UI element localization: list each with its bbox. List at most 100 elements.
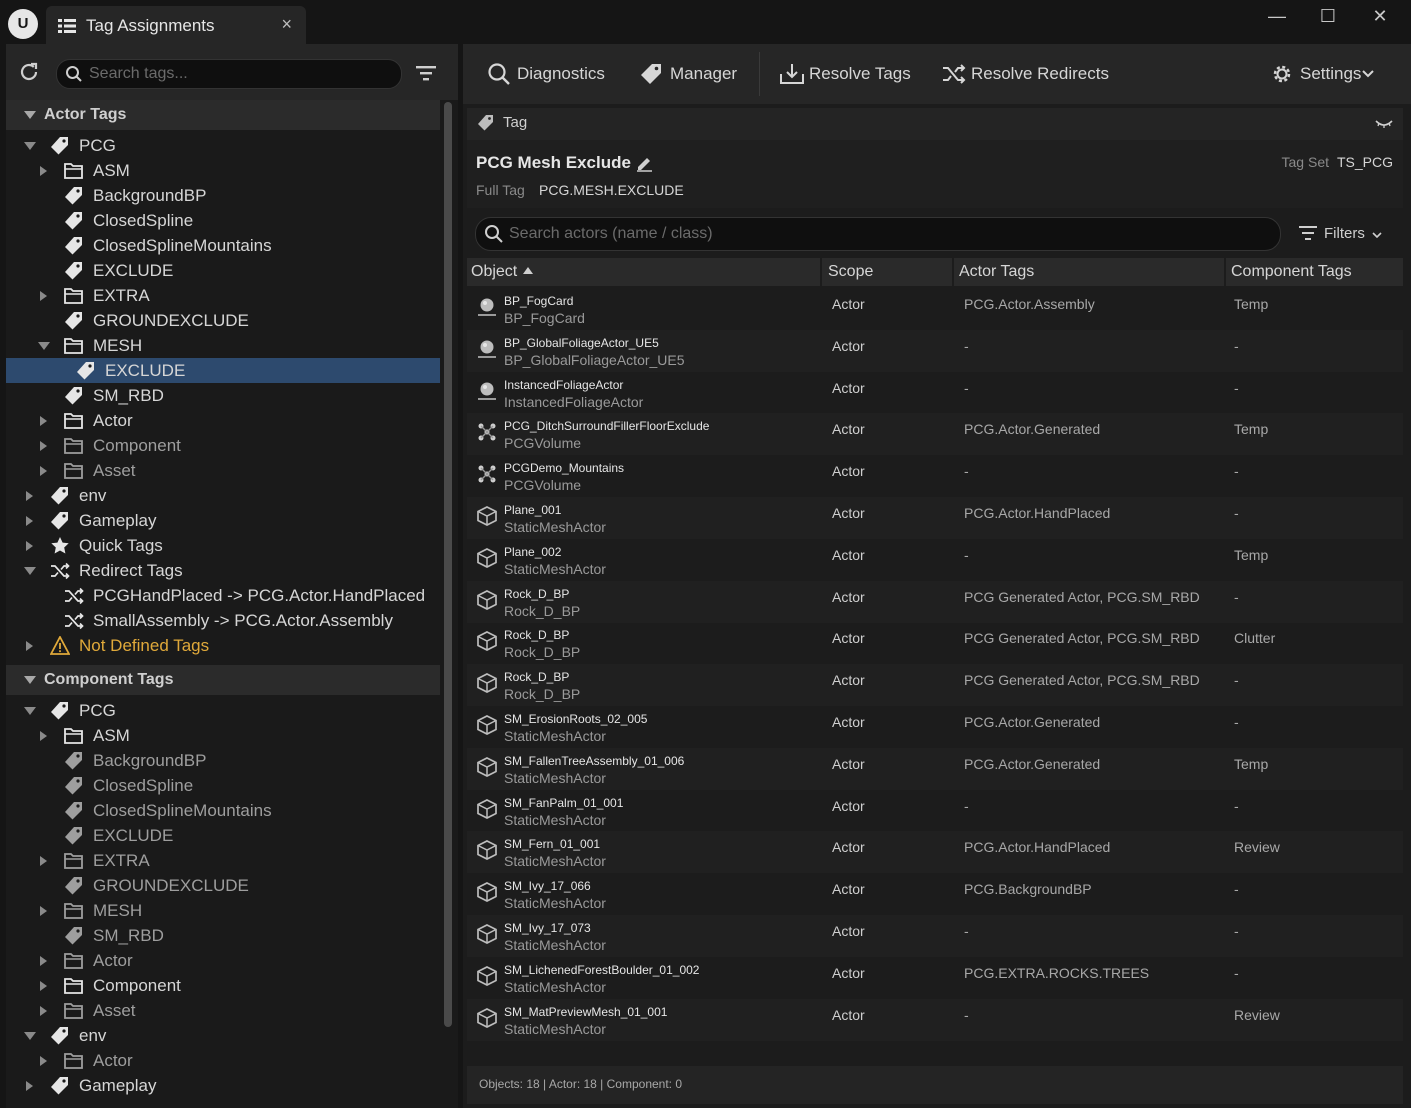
filter-icon[interactable] xyxy=(416,64,436,82)
actor-tree-item-smallassembly-pcg-actor-assembly[interactable]: SmallAssembly -> PCG.Actor.Assembly xyxy=(6,608,440,633)
table-row[interactable]: Rock_D_BP Rock_D_BP Actor PCG Generated Act… xyxy=(467,622,1403,664)
table-row[interactable]: PCGDemo_Mountains PCGVolume Actor - - xyxy=(467,455,1403,497)
tab-tag-assignments[interactable]: Tag Assignments × xyxy=(46,6,306,44)
component-tags-section[interactable]: Component Tags xyxy=(6,665,440,695)
chevron-right-icon[interactable] xyxy=(40,856,47,866)
chevron-right-icon[interactable] xyxy=(40,1006,47,1016)
tree-scrollbar[interactable] xyxy=(442,100,454,1100)
table-row[interactable]: SM_Ivy_17_066 StaticMeshActor Actor PCG.Bac… xyxy=(467,873,1403,915)
chevron-right-icon[interactable] xyxy=(40,416,47,426)
tag-search-input[interactable]: Search tags... xyxy=(56,59,402,89)
actor-tree-item-redirect-tags[interactable]: Redirect Tags xyxy=(6,558,440,583)
chevron-down-icon[interactable] xyxy=(24,567,36,575)
tag-section-header[interactable]: Tag xyxy=(467,108,1403,140)
chevron-down-icon[interactable] xyxy=(24,707,36,715)
chevron-down-icon[interactable] xyxy=(38,342,50,350)
actor-tree-item-quick-tags[interactable]: Quick Tags xyxy=(6,533,440,558)
table-row[interactable]: BP_FogCard BP_FogCard Actor PCG.Actor.Assem… xyxy=(467,288,1403,330)
actor-tree-item-pcghandplaced-pcg-actor-handplaced[interactable]: PCGHandPlaced -> PCG.Actor.HandPlaced xyxy=(6,583,440,608)
chevron-right-icon[interactable] xyxy=(40,1056,47,1066)
minimize-button[interactable]: — xyxy=(1262,6,1292,27)
chevron-right-icon[interactable] xyxy=(40,466,47,476)
table-row[interactable]: SM_MatPreviewMesh_01_001 StaticMeshActor A… xyxy=(467,998,1403,1041)
component-tree-item-mesh[interactable]: MESH xyxy=(6,898,440,923)
actor-tree-item-asm[interactable]: ASM xyxy=(6,158,440,183)
component-tree-item-backgroundbp[interactable]: BackgroundBP xyxy=(6,748,440,773)
chevron-down-icon[interactable] xyxy=(24,1032,36,1040)
chevron-right-icon[interactable] xyxy=(40,906,47,916)
refresh-icon[interactable] xyxy=(18,61,40,83)
tab-close-icon[interactable]: × xyxy=(281,14,292,35)
table-row[interactable]: Rock_D_BP Rock_D_BP Actor PCG Generated Act… xyxy=(467,664,1403,707)
close-window-button[interactable]: ✕ xyxy=(1365,6,1395,27)
component-tree-item-env[interactable]: env xyxy=(6,1023,440,1048)
col-component-tags[interactable]: Component Tags xyxy=(1231,263,1352,281)
actor-tree-item-closedsplinemountains[interactable]: ClosedSplineMountains xyxy=(6,233,440,258)
actor-tags-section[interactable]: Actor Tags xyxy=(6,100,440,130)
edit-pencil-icon[interactable] xyxy=(635,154,653,172)
chevron-right-icon[interactable] xyxy=(26,491,33,501)
actor-tree-item-sm-rbd[interactable]: SM_RBD xyxy=(6,383,440,408)
chevron-right-icon[interactable] xyxy=(26,1081,33,1091)
component-tree-item-component[interactable]: Component xyxy=(6,973,440,998)
actor-tree-item-env[interactable]: env xyxy=(6,483,440,508)
table-row[interactable]: SM_Fern_01_001 StaticMeshActor Actor PCG.Ac… xyxy=(467,831,1403,874)
chevron-right-icon[interactable] xyxy=(26,516,33,526)
column-divider[interactable] xyxy=(1224,258,1226,286)
actor-tree-item-component[interactable]: Component xyxy=(6,433,440,458)
actor-tree-item-backgroundbp[interactable]: BackgroundBP xyxy=(6,183,440,208)
actor-tree-item-gameplay[interactable]: Gameplay xyxy=(6,508,440,533)
chevron-right-icon[interactable] xyxy=(40,166,47,176)
column-divider[interactable] xyxy=(820,258,822,286)
actor-tree-item-pcg[interactable]: PCG xyxy=(6,133,440,158)
component-tree-item-pcg[interactable]: PCG xyxy=(6,698,440,723)
scrollbar-thumb[interactable] xyxy=(444,102,452,1027)
component-tree-item-closedsplinemountains[interactable]: ClosedSplineMountains xyxy=(6,798,440,823)
table-row[interactable]: BP_GlobalFoliageActor_UE5 BP_GlobalFoliag… xyxy=(467,329,1403,372)
chevron-right-icon[interactable] xyxy=(40,981,47,991)
component-tree-item-gameplay[interactable]: Gameplay xyxy=(6,1073,440,1098)
table-row[interactable]: Plane_002 StaticMeshActor Actor - Temp xyxy=(467,539,1403,581)
table-row[interactable]: Plane_001 StaticMeshActor Actor PCG.Actor.H… xyxy=(467,497,1403,539)
unreal-logo-icon[interactable]: U xyxy=(8,9,38,39)
actor-tree-item-asset[interactable]: Asset xyxy=(6,458,440,483)
actor-tree-item-groundexclude[interactable]: GROUNDEXCLUDE xyxy=(6,308,440,333)
component-tree-item-actor[interactable]: Actor xyxy=(6,1048,440,1073)
table-row[interactable]: InstancedFoliageActor InstancedFoliageAct… xyxy=(467,372,1403,414)
component-tree-item-actor[interactable]: Actor xyxy=(6,948,440,973)
column-divider[interactable] xyxy=(952,258,954,286)
actor-tree-item-closedspline[interactable]: ClosedSpline xyxy=(6,208,440,233)
chevron-right-icon[interactable] xyxy=(26,641,33,651)
table-row[interactable]: SM_ErosionRoots_02_005 StaticMeshActor Act… xyxy=(467,706,1403,748)
table-row[interactable]: PCG_DitchSurroundFillerFloorExclude PCGVo… xyxy=(467,413,1403,456)
col-object[interactable]: Object xyxy=(471,263,534,281)
chevron-right-icon[interactable] xyxy=(40,441,47,451)
chevron-down-icon[interactable] xyxy=(24,142,36,150)
table-row[interactable]: Rock_D_BP Rock_D_BP Actor PCG Generated Act… xyxy=(467,580,1403,623)
chevron-right-icon[interactable] xyxy=(40,956,47,966)
col-actor-tags[interactable]: Actor Tags xyxy=(959,263,1034,281)
actor-tree-item-actor[interactable]: Actor xyxy=(6,408,440,433)
actor-tree-item-exclude[interactable]: EXCLUDE xyxy=(6,358,440,383)
component-tree-item-asset[interactable]: Asset xyxy=(6,998,440,1023)
actor-tree-item-mesh[interactable]: MESH xyxy=(6,333,440,358)
maximize-button[interactable]: ☐ xyxy=(1313,6,1343,27)
chevron-right-icon[interactable] xyxy=(40,731,47,741)
filters-dropdown[interactable]: Filters xyxy=(1299,225,1382,246)
component-tree-item-groundexclude[interactable]: GROUNDEXCLUDE xyxy=(6,873,440,898)
col-scope[interactable]: Scope xyxy=(828,263,873,281)
component-tree-item-asm[interactable]: ASM xyxy=(6,723,440,748)
table-row[interactable]: SM_Ivy_17_073 StaticMeshActor Actor - - xyxy=(467,915,1403,957)
component-tree-item-closedspline[interactable]: ClosedSpline xyxy=(6,773,440,798)
component-tree-item-extra[interactable]: EXTRA xyxy=(6,848,440,873)
table-row[interactable]: SM_FallenTreeAssembly_01_006 StaticMeshAc… xyxy=(467,747,1403,790)
table-row[interactable]: SM_FanPalm_01_001 StaticMeshActor Actor - - xyxy=(467,790,1403,832)
component-tree-item-sm-rbd[interactable]: SM_RBD xyxy=(6,923,440,948)
collapse-icon[interactable] xyxy=(1375,118,1393,128)
actor-tree-item-extra[interactable]: EXTRA xyxy=(6,283,440,308)
table-row[interactable]: SM_LichenedForestBoulder_01_002 StaticMes… xyxy=(467,957,1403,999)
actor-tree-item-exclude[interactable]: EXCLUDE xyxy=(6,258,440,283)
chevron-right-icon[interactable] xyxy=(26,541,33,551)
chevron-right-icon[interactable] xyxy=(40,291,47,301)
component-tree-item-exclude[interactable]: EXCLUDE xyxy=(6,823,440,848)
